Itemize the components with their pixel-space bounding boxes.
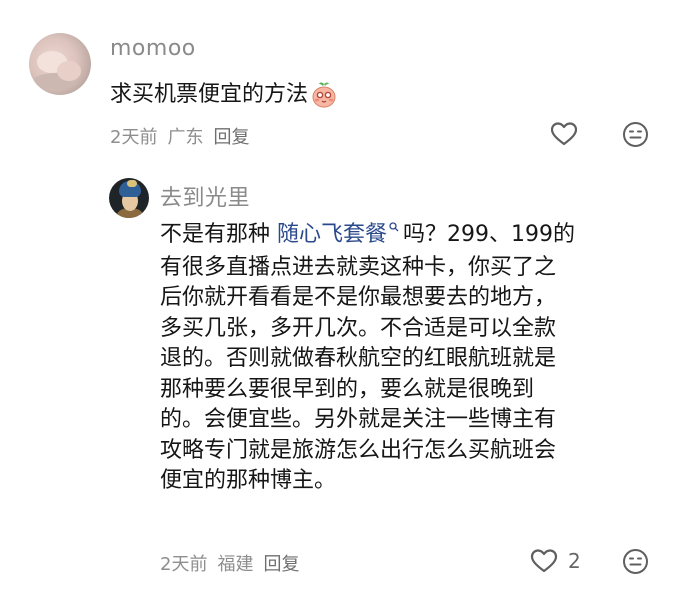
neutral-face-icon[interactable] <box>622 121 649 148</box>
reply-time: 2天前 <box>160 554 208 575</box>
reply-line: 有很多直播点进去就卖这种卡，你买了之 <box>160 254 557 280</box>
comment-username[interactable]: momoo <box>110 36 196 61</box>
comment-time: 2天前 <box>110 127 158 148</box>
reply-line: 退的。否则就做春秋航空的红眼航班就是 <box>160 346 557 371</box>
reply-line: 那种要么要很早到的，要么就是很晚到 <box>160 376 535 402</box>
reply-line: 的。会便宜些。另外就是关注一些博主有 <box>160 407 557 432</box>
reply-line: 便宜的那种博主。 <box>160 468 337 493</box>
search-link[interactable]: 随心飞套餐 <box>277 222 387 247</box>
comment-meta: 2天前 广东 回复 <box>110 123 259 149</box>
search-icon[interactable] <box>389 221 399 235</box>
blushing-peach-emoji-icon <box>310 81 338 109</box>
reply-button[interactable]: 回复 <box>263 554 299 575</box>
heart-icon[interactable] <box>550 121 578 147</box>
reply-text: 不是有那种 随心飞套餐 吗？299、199的 有很多直播点进去就卖这种卡，你买了之… <box>160 220 660 497</box>
neutral-face-icon[interactable] <box>622 548 649 575</box>
reply-meta: 2天前 福建 回复 <box>160 550 309 576</box>
avatar[interactable] <box>29 33 91 95</box>
comment-body: 求买机票便宜的方法 <box>110 82 309 107</box>
reply-line: 多买几张，多开几次。不合适是可以全款 <box>160 315 557 341</box>
reply-line: 不是有那种 随心飞套餐 吗？299、199的 <box>160 221 575 247</box>
reply-username[interactable]: 去到光里 <box>160 180 250 212</box>
like-count: 2 <box>568 549 581 573</box>
reply-location: 福建 <box>217 554 254 575</box>
comment-text: 求买机票便宜的方法 <box>110 80 338 111</box>
comment-location: 广东 <box>167 127 204 148</box>
heart-icon[interactable] <box>530 548 558 574</box>
reply-avatar[interactable] <box>109 178 149 218</box>
reply-line: 后你就开看看是不是你最想要去的地方， <box>160 285 557 310</box>
reply-line: 攻略专门就是旅游怎么出行怎么买航班会 <box>160 437 557 463</box>
reply-button[interactable]: 回复 <box>213 127 249 148</box>
